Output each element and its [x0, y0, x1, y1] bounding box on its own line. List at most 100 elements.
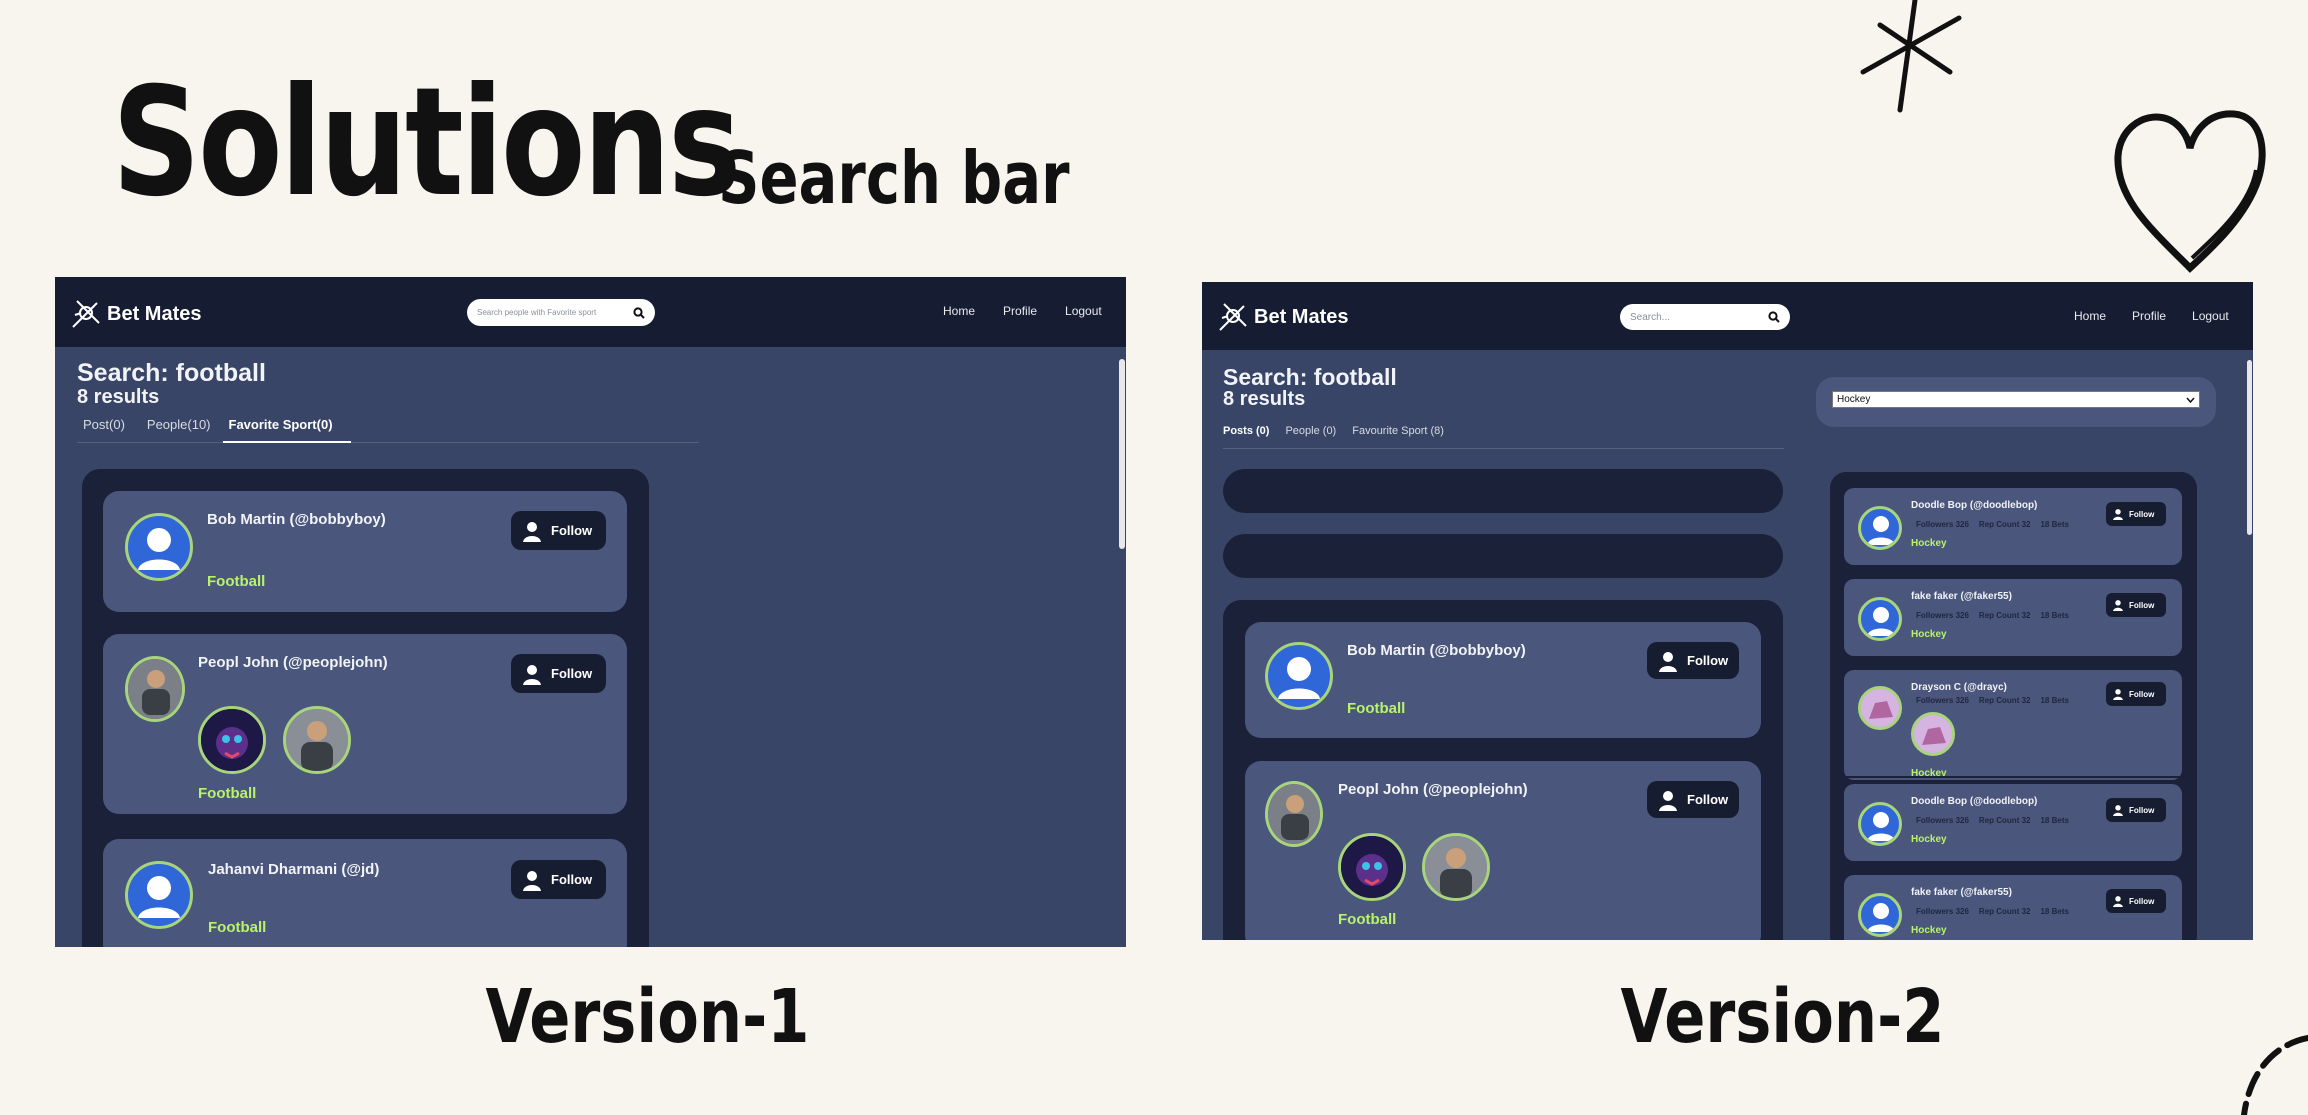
chevron-down-icon [2186, 397, 2195, 403]
user-name[interactable]: Drayson C (@drayc) [1911, 682, 2007, 693]
search-input[interactable]: Search... [1620, 304, 1790, 330]
follow-label: Follow [1687, 653, 1729, 668]
tab-people[interactable]: People (0) [1285, 425, 1336, 448]
brand-name: Bet Mates [107, 302, 202, 325]
tab-posts[interactable]: Post(0) [77, 417, 131, 442]
post-thumbnail[interactable] [198, 706, 266, 774]
avatar[interactable] [1858, 597, 1902, 641]
follow-button[interactable]: Follow [2106, 682, 2166, 706]
follow-button[interactable]: Follow [1647, 781, 1739, 818]
user-stats: Followers 326 Rep Count 32 18 Bets [1916, 520, 2069, 529]
user-sport: Football [208, 919, 267, 936]
avatar[interactable] [125, 513, 193, 581]
user-name[interactable]: Doodle Bop (@doodlebop) [1911, 796, 2037, 807]
user-card: Peopl John (@peoplejohn) Football Follow [1245, 761, 1761, 940]
user-icon [2113, 600, 2123, 611]
nav-logout[interactable]: Logout [1065, 304, 1102, 318]
user-name[interactable]: Bob Martin (@bobbyboy) [207, 511, 386, 528]
user-stats: Followers 326 Rep Count 32 18 Bets [1916, 611, 2069, 620]
user-stats: Followers 326 Rep Count 32 18 Bets [1916, 696, 2069, 705]
post-thumbnail[interactable] [1338, 833, 1406, 901]
nav-profile[interactable]: Profile [2132, 309, 2166, 323]
avatar[interactable] [1265, 642, 1333, 710]
scrollbar[interactable] [2247, 360, 2252, 535]
user-name[interactable]: Jahanvi Dharmani (@jd) [208, 861, 379, 878]
user-icon [1659, 790, 1677, 811]
avatar[interactable] [1858, 686, 1902, 730]
user-sport: Football [198, 785, 257, 802]
heart-doodle-icon [2114, 110, 2266, 273]
divider [1830, 776, 2197, 778]
tab-people[interactable]: People(10) [141, 417, 217, 442]
search-icon[interactable] [633, 306, 645, 319]
results-count: 8 results [1223, 388, 1306, 410]
user-name[interactable]: fake faker (@faker55) [1911, 887, 2012, 898]
user-stats: Followers 326 Rep Count 32 18 Bets [1916, 816, 2069, 825]
scrollbar[interactable] [1119, 359, 1125, 549]
tab-favorite-sport[interactable]: Favorite Sport(0) [222, 417, 351, 443]
sport-user-card: Doodle Bop (@doodlebop) Followers 326 Rep… [1844, 784, 2182, 861]
sport-user-card: fake faker (@faker55) Followers 326 Rep C… [1844, 875, 2182, 940]
user-icon [523, 664, 541, 685]
filter-value: Hockey [1837, 394, 1871, 405]
user-name[interactable]: fake faker (@faker55) [1911, 591, 2012, 602]
search-placeholder: Search... [1630, 311, 1671, 323]
user-name[interactable]: Peopl John (@peoplejohn) [1338, 781, 1528, 798]
user-sport: Hockey [1911, 834, 1947, 845]
post-thumbnail[interactable] [283, 706, 351, 774]
search-icon[interactable] [1768, 311, 1780, 323]
avatar[interactable] [1858, 893, 1902, 937]
follow-button[interactable]: Follow [2106, 502, 2166, 526]
avatar[interactable] [1858, 506, 1902, 550]
nav-profile[interactable]: Profile [1003, 304, 1037, 318]
brand[interactable]: Bet Mates [69, 297, 201, 331]
brand[interactable]: Bet Mates [1216, 300, 1348, 334]
user-icon [2113, 509, 2123, 520]
user-icon [2113, 896, 2123, 907]
user-sport: Hockey [1911, 538, 1947, 549]
search-input[interactable]: Search people with Favorite sport [467, 299, 655, 326]
post-thumbnail[interactable] [1422, 833, 1490, 901]
follow-button[interactable]: Follow [511, 860, 606, 899]
user-icon [523, 521, 541, 542]
nav-home[interactable]: Home [943, 304, 975, 318]
user-card: Peopl John (@peoplejohn) Football Follow [103, 634, 627, 814]
follow-label: Follow [2129, 509, 2155, 519]
follow-button[interactable]: Follow [1647, 642, 1739, 679]
sport-filter-select[interactable]: Hockey [1832, 391, 2200, 408]
user-name[interactable]: Bob Martin (@bobbyboy) [1347, 642, 1526, 659]
slide-subtitle: Search bar [718, 136, 1070, 220]
tab-posts[interactable]: Posts (0) [1223, 425, 1269, 448]
user-sport: Football [1338, 911, 1397, 928]
user-stats: Followers 326 Rep Count 32 18 Bets [1916, 907, 2069, 916]
nav-logout[interactable]: Logout [2192, 309, 2229, 323]
user-sport: Hockey [1911, 629, 1947, 640]
avatar[interactable] [125, 656, 185, 722]
follow-button[interactable]: Follow [511, 654, 606, 693]
tab-favourite-sport[interactable]: Favourite Sport (8) [1352, 425, 1444, 448]
nav-home[interactable]: Home [2074, 309, 2106, 323]
follow-button[interactable]: Follow [2106, 593, 2166, 617]
results-count: 8 results [77, 386, 160, 408]
follow-label: Follow [1687, 792, 1729, 807]
user-name[interactable]: Doodle Bop (@doodlebop) [1911, 500, 2037, 511]
avatar[interactable] [1858, 802, 1902, 846]
avatar[interactable] [125, 861, 193, 929]
asterisk-doodle-icon [1860, 0, 1962, 113]
user-name[interactable]: Peopl John (@peoplejohn) [198, 654, 388, 671]
user-sport: Football [207, 573, 266, 590]
follow-button[interactable]: Follow [2106, 798, 2166, 822]
post-thumbnail[interactable] [1911, 712, 1955, 756]
avatar[interactable] [1265, 781, 1323, 847]
logo-icon [1219, 303, 1247, 331]
follow-label: Follow [2129, 600, 2155, 610]
follow-label: Follow [2129, 805, 2155, 815]
follow-label: Follow [551, 666, 593, 681]
follow-label: Follow [551, 872, 593, 887]
follow-button[interactable]: Follow [2106, 889, 2166, 913]
user-icon [1659, 651, 1677, 672]
user-card: Bob Martin (@bobbyboy) Football Follow [1245, 622, 1761, 738]
brand-name: Bet Mates [1254, 305, 1349, 328]
navbar: Bet Mates Search... Home Profile Logout [1202, 282, 2253, 350]
follow-button[interactable]: Follow [511, 511, 606, 550]
